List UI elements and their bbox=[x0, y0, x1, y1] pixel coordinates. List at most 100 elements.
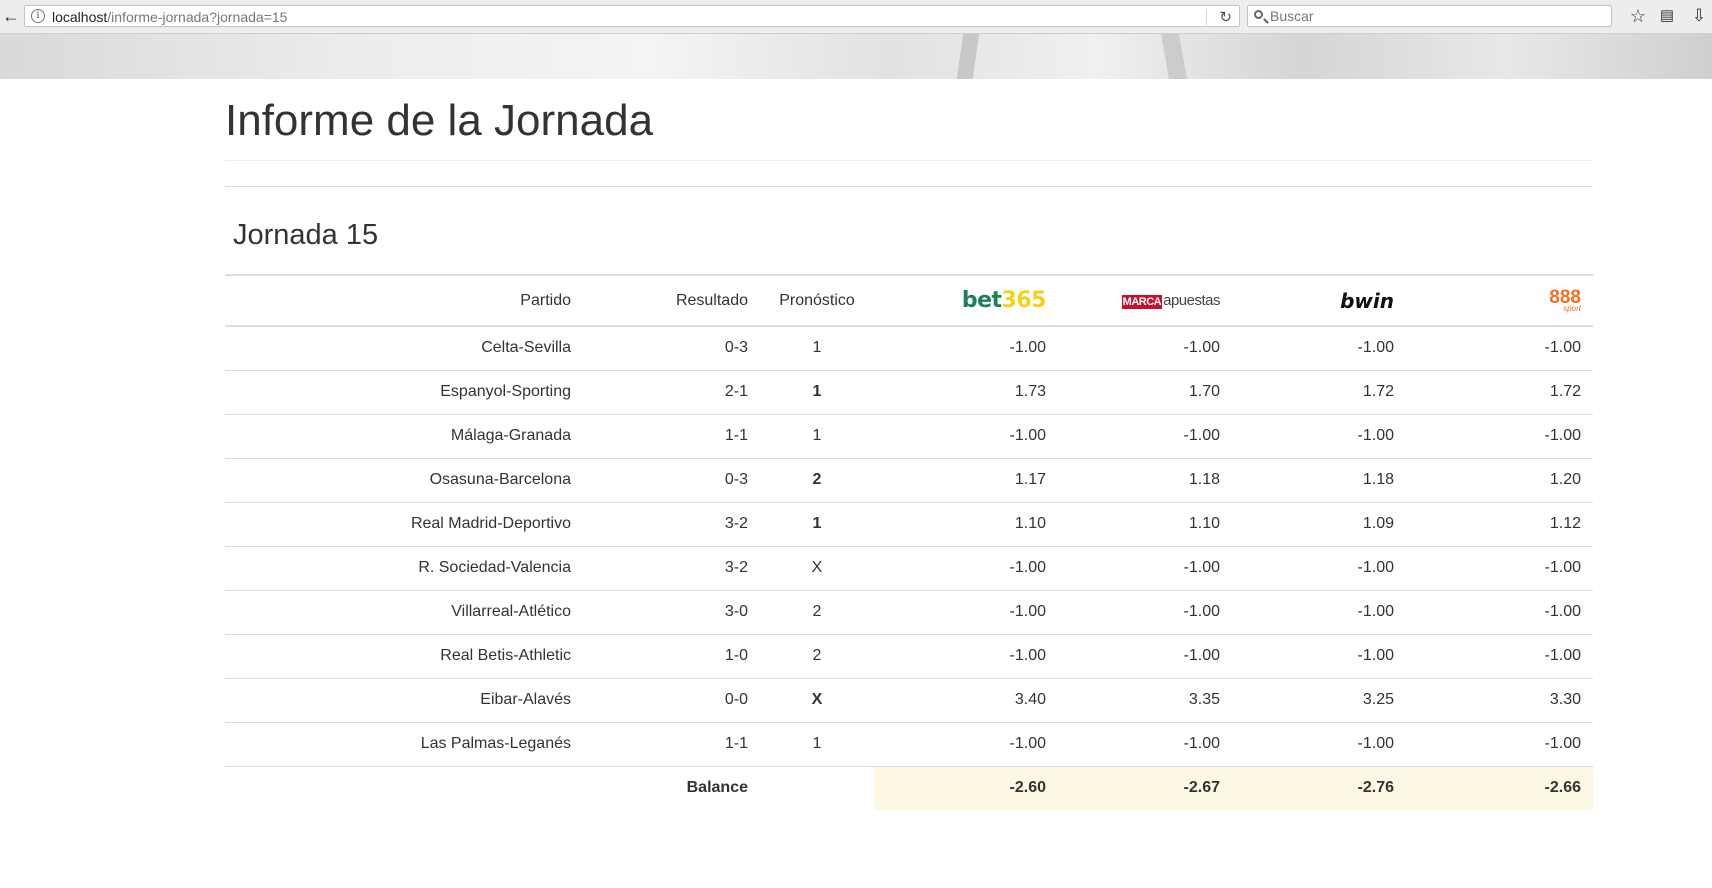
cell-partido: Málaga-Granada bbox=[225, 413, 583, 458]
cell-pronostico: X bbox=[760, 545, 874, 590]
cell-bwin: 1.18 bbox=[1232, 457, 1406, 502]
cell-sport888: 1.20 bbox=[1406, 457, 1593, 502]
cell-partido: Real Madrid-Deportivo bbox=[225, 501, 583, 546]
table-row: Celta-Sevilla 0-3 1 -1.00 -1.00 -1.00 -1.00 bbox=[225, 325, 1593, 370]
cell-partido: Espanyol-Sporting bbox=[225, 369, 583, 414]
cell-bet365: -1.00 bbox=[874, 721, 1058, 766]
cell-partido: Eibar-Alavés bbox=[225, 677, 583, 722]
cell-bwin: -1.00 bbox=[1232, 545, 1406, 590]
page-title: Informe de la Jornada bbox=[225, 96, 654, 145]
table-row: Eibar-Alavés 0-0 X 3.40 3.35 3.25 3.30 bbox=[225, 677, 1593, 722]
cell-partido: Villarreal-Atlético bbox=[225, 589, 583, 634]
cell-bwin: -1.00 bbox=[1232, 325, 1406, 370]
table-row: Las Palmas-Leganés 1-1 1 -1.00 -1.00 -1.00 -1.… bbox=[225, 721, 1593, 766]
cell-sport888: 1.72 bbox=[1406, 369, 1593, 414]
bet365-logo-part1: bet bbox=[961, 288, 1002, 313]
cell-pronostico: 1 bbox=[760, 325, 874, 370]
cell-bet365: 1.10 bbox=[874, 501, 1058, 546]
cell-bet365: 1.73 bbox=[874, 369, 1058, 414]
balance-bwin: -2.76 bbox=[1232, 765, 1406, 810]
back-arrow-icon[interactable]: ← bbox=[0, 3, 22, 29]
cell-partido: Osasuna-Barcelona bbox=[225, 457, 583, 502]
cell-resultado: 3-2 bbox=[583, 501, 760, 546]
balance-row: Balance -2.60 -2.67 -2.76 -2.66 bbox=[225, 765, 1593, 810]
888sport-logo: 888 sport bbox=[1549, 288, 1581, 313]
cell-sport888: -1.00 bbox=[1406, 413, 1593, 458]
cell-marca: 1.70 bbox=[1058, 369, 1232, 414]
browser-toolbar: ← i localhost/informe-jornada?jornada=15… bbox=[0, 0, 1712, 34]
jornada-title: Jornada 15 bbox=[233, 219, 379, 251]
cell-pronostico: 1 bbox=[760, 501, 874, 546]
search-box[interactable] bbox=[1247, 5, 1612, 27]
cell-bet365: 3.40 bbox=[874, 677, 1058, 722]
header-resultado: Resultado bbox=[583, 274, 760, 327]
marca-logo-part2: apuestas bbox=[1163, 291, 1220, 309]
report-table: Partido Resultado Pronóstico bet365 MARC… bbox=[225, 274, 1593, 810]
cell-marca: 1.18 bbox=[1058, 457, 1232, 502]
cell-bet365: 1.17 bbox=[874, 457, 1058, 502]
download-icon[interactable]: ⇩ bbox=[1688, 5, 1710, 27]
cell-partido: Las Palmas-Leganés bbox=[225, 721, 583, 766]
reading-list-icon[interactable]: ▤ bbox=[1656, 5, 1678, 27]
balance-sport888: -2.66 bbox=[1406, 765, 1593, 810]
cell-marca: -1.00 bbox=[1058, 589, 1232, 634]
table-row: Villarreal-Atlético 3-0 2 -1.00 -1.00 -1.00 -1… bbox=[225, 589, 1593, 634]
cell-sport888: -1.00 bbox=[1406, 545, 1593, 590]
cell-pronostico: 2 bbox=[760, 633, 874, 678]
balance-marca: -2.67 bbox=[1058, 765, 1232, 810]
cell-bet365: -1.00 bbox=[874, 325, 1058, 370]
title-divider bbox=[225, 160, 1593, 161]
table-row: R. Sociedad-Valencia 3-2 X -1.00 -1.00 -1.00-… bbox=[225, 545, 1593, 590]
reload-icon[interactable]: ↻ bbox=[1219, 8, 1232, 26]
cell-bwin: -1.00 bbox=[1232, 413, 1406, 458]
cell-marca: -1.00 bbox=[1058, 413, 1232, 458]
url-path: /informe-jornada?jornada=15 bbox=[107, 9, 288, 25]
cell-bwin: -1.00 bbox=[1232, 589, 1406, 634]
balance-bet365: -2.60 bbox=[874, 765, 1058, 810]
cell-bwin: 1.72 bbox=[1232, 369, 1406, 414]
table-row: Real Betis-Athletic 1-0 2 -1.00 -1.00 -1.00 -1… bbox=[225, 633, 1593, 678]
marca-logo-part1: MARCA bbox=[1121, 294, 1163, 309]
cell-bet365: -1.00 bbox=[874, 413, 1058, 458]
url-text[interactable]: localhost/informe-jornada?jornada=15 bbox=[52, 9, 287, 25]
cell-resultado: 3-0 bbox=[583, 589, 760, 634]
table-row: Osasuna-Barcelona 0-3 2 1.17 1.18 1.18 1.20 bbox=[225, 457, 1593, 502]
cell-sport888: 3.30 bbox=[1406, 677, 1593, 722]
table-header-row: Partido Resultado Pronóstico bet365 MARC… bbox=[225, 274, 1593, 327]
bet365-logo: bet365 bbox=[961, 288, 1047, 313]
cell-partido: R. Sociedad-Valencia bbox=[225, 545, 583, 590]
cell-resultado: 1-1 bbox=[583, 413, 760, 458]
cell-pronostico: 2 bbox=[760, 457, 874, 502]
cell-bwin: -1.00 bbox=[1232, 721, 1406, 766]
cell-resultado: 0-0 bbox=[583, 677, 760, 722]
cell-marca: 1.10 bbox=[1058, 501, 1232, 546]
cell-sport888: 1.12 bbox=[1406, 501, 1593, 546]
cell-marca: -1.00 bbox=[1058, 545, 1232, 590]
table-row: Real Madrid-Deportivo 3-2 1 1.10 1.10 1.09 1.1… bbox=[225, 501, 1593, 546]
info-icon[interactable]: i bbox=[31, 9, 45, 23]
balance-label: Balance bbox=[225, 765, 760, 810]
cell-pronostico: 1 bbox=[760, 413, 874, 458]
cell-resultado: 1-0 bbox=[583, 633, 760, 678]
header-bet365: bet365 bbox=[874, 274, 1058, 327]
address-bar[interactable]: i localhost/informe-jornada?jornada=15 ↻ bbox=[24, 5, 1240, 27]
cell-resultado: 0-3 bbox=[583, 457, 760, 502]
cell-bwin: -1.00 bbox=[1232, 633, 1406, 678]
cell-sport888: -1.00 bbox=[1406, 589, 1593, 634]
header-marca: MARCA apuestas bbox=[1058, 274, 1232, 327]
table-row: Málaga-Granada 1-1 1 -1.00 -1.00 -1.00 -1.00 bbox=[225, 413, 1593, 458]
cell-bet365: -1.00 bbox=[874, 589, 1058, 634]
cell-bet365: -1.00 bbox=[874, 633, 1058, 678]
cell-pronostico: 1 bbox=[760, 369, 874, 414]
cell-sport888: -1.00 bbox=[1406, 721, 1593, 766]
bet365-logo-part2: 365 bbox=[1001, 288, 1047, 313]
balance-empty-cell bbox=[760, 765, 874, 810]
bookmark-star-icon[interactable]: ☆ bbox=[1627, 5, 1649, 27]
section-divider bbox=[225, 186, 1593, 187]
cell-marca: -1.00 bbox=[1058, 325, 1232, 370]
table-body: Celta-Sevilla 0-3 1 -1.00 -1.00 -1.00 -1.00 Esp… bbox=[225, 325, 1593, 810]
bwin-logo: bwin bbox=[1340, 288, 1394, 313]
cell-sport888: -1.00 bbox=[1406, 325, 1593, 370]
cell-bet365: -1.00 bbox=[874, 545, 1058, 590]
search-input[interactable] bbox=[1270, 7, 1600, 25]
